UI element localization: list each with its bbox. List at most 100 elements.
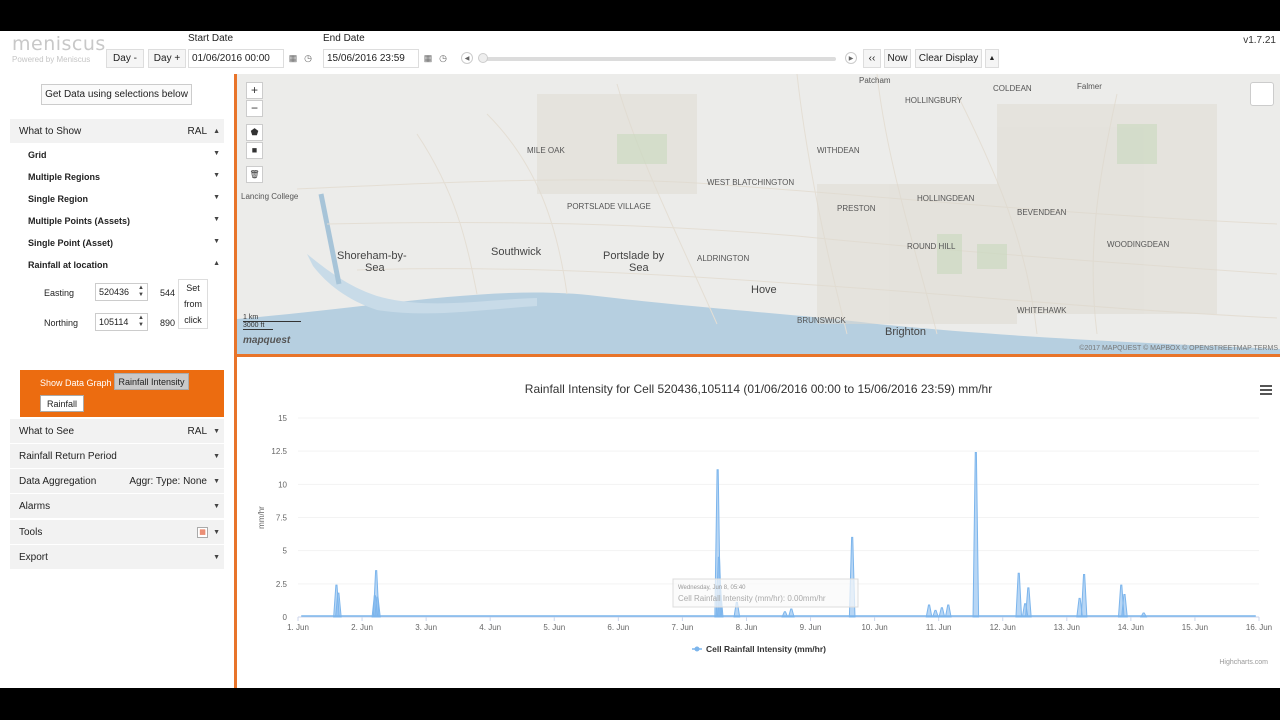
rainfall-button[interactable]: Rainfall bbox=[40, 395, 84, 412]
map-attribution[interactable]: ©2017 MAPQUEST © MAPBOX © OPENSTREETMAP … bbox=[1079, 345, 1278, 352]
now-button[interactable]: Now bbox=[884, 49, 911, 68]
what-to-show-section[interactable]: What to Show RAL ▲ bbox=[10, 119, 224, 143]
rainfall-spike bbox=[944, 604, 952, 618]
rainfall-chart: 0 2.5 5 7.5 10 12.5 15 1. Jun 2. Jun 3. Jun 4. Jun… bbox=[257, 414, 1272, 654]
end-date-input[interactable]: 15/06/2016 23:59 bbox=[323, 49, 419, 68]
rainfall-intensity-button[interactable]: Rainfall Intensity bbox=[114, 373, 189, 390]
map-scale: 1 km 3000 ft bbox=[243, 314, 301, 330]
clock-icon[interactable]: ◷ bbox=[302, 52, 314, 64]
stepper-icon[interactable]: ▲ ▼ bbox=[138, 315, 144, 329]
return-period-section[interactable]: Rainfall Return Period ▼ bbox=[10, 444, 224, 468]
calendar-icon[interactable]: ▦ bbox=[287, 52, 299, 64]
step-forward-icon[interactable]: ▶ bbox=[845, 52, 857, 64]
export-section[interactable]: Export ▼ bbox=[10, 545, 224, 569]
x-tick-label: 13. Jun bbox=[1054, 623, 1080, 632]
chevron-down-icon: ▼ bbox=[213, 172, 220, 179]
rainfall-spike bbox=[781, 611, 789, 618]
map-label: Falmer bbox=[1077, 82, 1102, 91]
calendar-icon[interactable]: ▦ bbox=[422, 52, 434, 64]
chevron-down-icon: ▼ bbox=[213, 427, 220, 435]
app-window: meniscus Powered by Meniscus Day - Day +… bbox=[0, 31, 1280, 688]
chevron-down-icon: ▼ bbox=[213, 216, 220, 223]
map-label: Southwick bbox=[491, 246, 542, 258]
zoom-out-button[interactable]: − bbox=[246, 100, 263, 117]
clear-display-button[interactable]: Clear Display bbox=[915, 49, 982, 68]
sidebar-item-multiple-points[interactable]: Multiple Points (Assets) ▼ bbox=[28, 216, 224, 226]
get-data-button[interactable]: Get Data using selections below bbox=[41, 84, 192, 105]
end-date-label: End Date bbox=[323, 33, 365, 44]
map-label: Hove bbox=[751, 284, 777, 296]
mapquest-logo: mapquest bbox=[243, 335, 291, 346]
draw-rectangle-icon[interactable]: ■ bbox=[246, 142, 263, 159]
map-label: Patcham bbox=[859, 76, 891, 85]
show-data-graph-label: Show Data Graph bbox=[40, 378, 112, 388]
rewind-button[interactable]: ‹‹ bbox=[863, 49, 881, 68]
chevron-down-icon: ▼ bbox=[213, 238, 220, 245]
version-label: v1.7.21 bbox=[1243, 35, 1276, 46]
y-axis-label: mm/hr bbox=[257, 506, 266, 529]
map-tiles bbox=[237, 74, 1280, 354]
map-label: PRESTON bbox=[837, 204, 876, 213]
step-back-icon[interactable]: ◀ bbox=[461, 52, 473, 64]
tools-section[interactable]: Tools ▦ ▼ bbox=[10, 520, 224, 544]
day-minus-button[interactable]: Day - bbox=[106, 49, 144, 68]
map-label: ALDRINGTON bbox=[697, 254, 750, 263]
sidebar-item-multiple-regions[interactable]: Multiple Regions ▼ bbox=[28, 172, 224, 182]
zoom-in-button[interactable]: + bbox=[246, 82, 263, 99]
x-tick-label: 1. Jun bbox=[287, 623, 309, 632]
northing-input[interactable]: 105114 ▲ ▼ bbox=[95, 313, 148, 331]
day-plus-button[interactable]: Day + bbox=[148, 49, 186, 68]
rainfall-spike bbox=[1140, 612, 1148, 618]
x-tick-label: 8. Jun bbox=[736, 623, 758, 632]
alarms-section[interactable]: Alarms ▼ bbox=[10, 494, 224, 518]
time-slider-handle[interactable] bbox=[478, 53, 488, 63]
legend-label[interactable]: Cell Rainfall Intensity (mm/hr) bbox=[706, 644, 826, 654]
map-label: Portslade by bbox=[603, 250, 665, 262]
y-tick-label: 15 bbox=[278, 414, 287, 423]
map-label: Brighton bbox=[885, 326, 926, 338]
layers-icon[interactable] bbox=[1250, 82, 1274, 106]
logo: meniscus bbox=[12, 33, 106, 55]
aggregation-section[interactable]: Data Aggregation Aggr: Type: None ▼ bbox=[10, 469, 224, 493]
sidebar-item-grid[interactable]: Grid ▼ bbox=[28, 150, 224, 160]
set-from-click-button[interactable]: Set from click bbox=[178, 279, 208, 329]
calendar-icon[interactable]: ▦ bbox=[197, 526, 208, 538]
map-label: BRUNSWICK bbox=[797, 316, 846, 325]
chart-credit[interactable]: Highcharts.com bbox=[1219, 659, 1268, 666]
clock-icon[interactable]: ◷ bbox=[437, 52, 449, 64]
time-slider[interactable] bbox=[482, 57, 836, 61]
map-label: WITHDEAN bbox=[817, 146, 860, 155]
x-tick-label: 6. Jun bbox=[607, 623, 629, 632]
x-tick-label: 16. Jun bbox=[1246, 623, 1272, 632]
rainfall-spike bbox=[972, 451, 980, 618]
collapse-button[interactable]: ▲ bbox=[985, 49, 999, 68]
section-title: What to Show bbox=[19, 125, 82, 137]
section-value: RAL bbox=[187, 125, 207, 137]
sidebar-item-rainfall-at-location[interactable]: Rainfall at location ▲ bbox=[28, 260, 224, 270]
northing-extra: 890 bbox=[160, 318, 176, 328]
map-label: Sea bbox=[629, 262, 649, 274]
what-to-see-section[interactable]: What to See RAL ▼ bbox=[10, 419, 224, 443]
y-tick-label: 10 bbox=[278, 480, 287, 489]
tooltip-header: Wednesday, Jun 8, 05:40 bbox=[678, 585, 746, 591]
trash-icon[interactable]: 🗑 bbox=[246, 166, 263, 183]
rainfall-spike bbox=[1015, 572, 1023, 618]
rainfall-spike bbox=[787, 608, 795, 618]
chevron-up-icon: ▲ bbox=[213, 127, 220, 135]
logo-subtitle: Powered by Meniscus bbox=[12, 55, 91, 64]
easting-input[interactable]: 520436 ▲ ▼ bbox=[95, 283, 148, 301]
stepper-icon[interactable]: ▲ ▼ bbox=[138, 285, 144, 299]
draw-polygon-icon[interactable]: ⬟ bbox=[246, 124, 263, 141]
northing-label: Northing bbox=[44, 318, 79, 328]
map-label: Shoreham-by- bbox=[337, 250, 407, 262]
x-tick-label: 4. Jun bbox=[479, 623, 501, 632]
sidebar-item-single-point[interactable]: Single Point (Asset) ▼ bbox=[28, 238, 224, 248]
map-label: HOLLINGDEAN bbox=[917, 194, 975, 203]
start-date-input[interactable]: 01/06/2016 00:00 bbox=[188, 49, 284, 68]
map-view[interactable]: + − ⬟ ■ 🗑 Shoreham-by- Sea Southwick Por… bbox=[237, 74, 1280, 354]
sidebar-item-single-region[interactable]: Single Region ▼ bbox=[28, 194, 224, 204]
map-label: BEVENDEAN bbox=[1017, 208, 1067, 217]
rainfall-spike bbox=[1080, 574, 1088, 618]
rainfall-spike bbox=[1025, 587, 1032, 618]
start-date-label: Start Date bbox=[188, 33, 234, 44]
